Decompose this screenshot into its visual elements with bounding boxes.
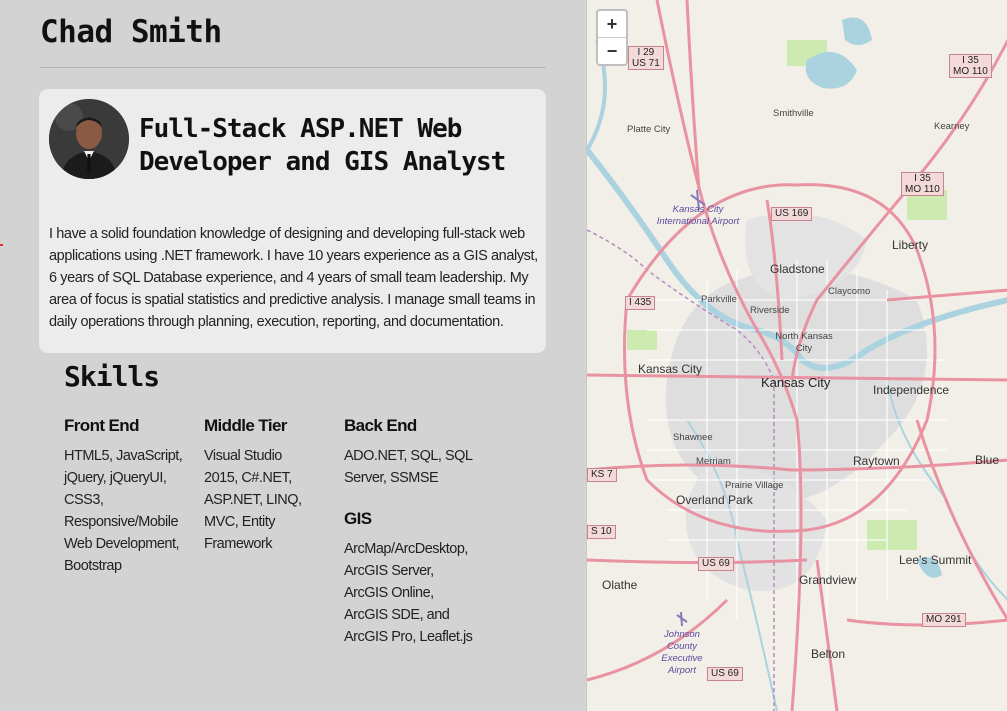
title-divider bbox=[40, 67, 546, 68]
place-kansas-city-mo: Kansas City bbox=[761, 375, 831, 390]
shield-us71: US 71 bbox=[632, 58, 660, 69]
shield-s10: S 10 bbox=[587, 525, 616, 539]
skill-back-end: Back End ADO.NET, SQL, SQL Server, SSMSE bbox=[344, 415, 474, 489]
place-claycomo: Claycomo bbox=[828, 286, 871, 297]
shield-us69-b: US 69 bbox=[707, 667, 743, 681]
skill-middle-tier: Middle Tier Visual Studio 2015, C#.NET, … bbox=[204, 415, 304, 555]
skill-text: Visual Studio 2015, C#.NET, ASP.NET, LIN… bbox=[204, 448, 302, 552]
skills-heading: Skills bbox=[64, 360, 160, 393]
map-view[interactable]: + − Smithville Platte City Kearney Liber… bbox=[586, 0, 1007, 711]
place-grandview: Grandview bbox=[799, 573, 857, 587]
place-overland-park: Overland Park bbox=[676, 493, 753, 507]
shield-ks7: KS 7 bbox=[587, 468, 617, 482]
shield-us169: US 169 bbox=[771, 207, 813, 221]
skill-title: Back End bbox=[344, 416, 417, 435]
skill-title: GIS bbox=[344, 509, 372, 528]
edge-marker bbox=[0, 244, 3, 246]
skill-front-end: Front End HTML5, JavaScript, jQuery, jQu… bbox=[64, 415, 189, 577]
avatar bbox=[49, 99, 129, 179]
zoom-out-button[interactable]: − bbox=[598, 38, 626, 64]
skill-title: Front End bbox=[64, 416, 139, 435]
place-riverside: Riverside bbox=[750, 305, 790, 316]
place-gladstone: Gladstone bbox=[770, 262, 825, 276]
shield-us69-a: US 69 bbox=[698, 557, 734, 571]
place-kansas-city-ks: Kansas City bbox=[638, 362, 703, 376]
profile-headline: Full-Stack ASP.NET Web Developer and GIS… bbox=[139, 114, 506, 177]
place-independence: Independence bbox=[873, 383, 950, 397]
shield-mo291: MO 291 bbox=[922, 613, 966, 627]
skill-gis: GIS ArcMap/ArcDesktop, ArcGIS Server, Ar… bbox=[344, 508, 474, 648]
skill-text: ADO.NET, SQL, SQL Server, SSMSE bbox=[344, 448, 472, 486]
place-blue: Blue bbox=[975, 453, 1000, 467]
skill-text: HTML5, JavaScript, jQuery, jQueryUI, CSS… bbox=[64, 448, 183, 574]
place-merriam: Merriam bbox=[696, 456, 731, 467]
zoom-in-button[interactable]: + bbox=[598, 11, 626, 38]
shield-mo110: MO 110 bbox=[905, 184, 940, 195]
place-raytown: Raytown bbox=[853, 454, 900, 468]
shield-i435: I 435 bbox=[625, 296, 656, 310]
profile-bio: I have a solid foundation knowledge of d… bbox=[49, 226, 538, 330]
map-tiles[interactable] bbox=[587, 0, 1007, 711]
place-kearney: Kearney bbox=[934, 121, 970, 132]
intro-card: Full-Stack ASP.NET Web Developer and GIS… bbox=[39, 89, 546, 353]
page-title: Chad Smith bbox=[40, 14, 222, 50]
skill-title: Middle Tier bbox=[204, 416, 287, 435]
place-lees-summit: Lee's Summit bbox=[899, 553, 972, 567]
shield-i35: I 35 bbox=[962, 55, 979, 66]
place-north-kansas-city: North Kansas City bbox=[775, 331, 833, 354]
shield-i35: I 35 bbox=[914, 173, 931, 184]
profile-panel: Chad Smith Full-Stack ASP.NET Web Develo… bbox=[0, 0, 586, 711]
place-platte-city: Platte City bbox=[627, 124, 671, 135]
airport-kci-label: Kansas City International Airport bbox=[656, 204, 740, 227]
place-parkville: Parkville bbox=[701, 294, 737, 305]
airport-johnson-label: Johnson County Executive Airport bbox=[661, 629, 703, 676]
place-belton: Belton bbox=[811, 647, 846, 661]
shield-i35-mo110-mid: I 35 MO 110 bbox=[901, 172, 944, 196]
place-smithville: Smithville bbox=[773, 108, 814, 119]
shield-i29-us71: I 29 US 71 bbox=[628, 46, 664, 70]
place-liberty: Liberty bbox=[892, 238, 929, 252]
zoom-control: + − bbox=[596, 9, 628, 66]
shield-mo110: MO 110 bbox=[953, 66, 988, 77]
shield-i35-mo110-top: I 35 MO 110 bbox=[949, 54, 992, 78]
place-prairie-village: Prairie Village bbox=[725, 480, 784, 491]
avatar-portrait bbox=[49, 99, 129, 179]
skill-text: ArcMap/ArcDesktop, ArcGIS Server, ArcGIS… bbox=[344, 541, 473, 645]
place-shawnee: Shawnee bbox=[673, 432, 713, 443]
place-olathe: Olathe bbox=[602, 578, 638, 592]
shield-i29: I 29 bbox=[637, 47, 655, 58]
